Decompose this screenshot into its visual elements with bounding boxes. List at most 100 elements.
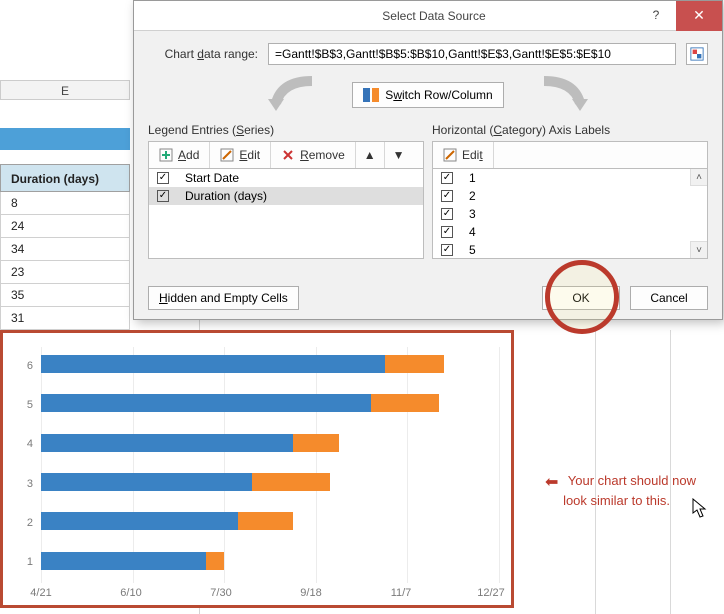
- chart-bar-duration: [293, 434, 339, 452]
- y-tick-label: 1: [19, 556, 33, 568]
- chevron-down-icon: ▼: [393, 148, 405, 162]
- range-picker-icon: [690, 47, 704, 61]
- arrow-right-icon: [534, 75, 594, 115]
- legend-add-label: Add: [178, 148, 199, 162]
- axis-item[interactable]: ✓1: [433, 169, 707, 187]
- close-icon: ✕: [693, 7, 705, 23]
- axis-edit-button[interactable]: Edit: [433, 142, 494, 168]
- legend-item[interactable]: ✓ Duration (days): [149, 187, 423, 205]
- chart-bar-row: [41, 347, 499, 386]
- axis-item-label: 2: [469, 189, 476, 203]
- sheet-cell[interactable]: 24: [0, 215, 130, 238]
- checkbox-icon[interactable]: ✓: [157, 172, 169, 184]
- legend-toolbar: Add Edit Remove ▲ ▼: [148, 141, 424, 169]
- chart-bar-start: [41, 512, 238, 530]
- scroll-down-button[interactable]: ˅: [690, 241, 707, 258]
- y-tick-label: 3: [19, 478, 33, 490]
- axis-item[interactable]: ✓4: [433, 223, 707, 241]
- y-tick-label: 4: [19, 438, 33, 450]
- chart-bar-start: [41, 473, 252, 491]
- legend-listbox[interactable]: ✓ Start Date ✓ Duration (days): [148, 169, 424, 259]
- axis-listbox[interactable]: ˄ ✓1 ✓2 ✓3 ✓4 ✓5 ˅: [432, 169, 708, 259]
- sheet-cell[interactable]: 31: [0, 307, 130, 330]
- range-picker-button[interactable]: [686, 43, 708, 65]
- axis-item[interactable]: ✓3: [433, 205, 707, 223]
- checkbox-icon[interactable]: ✓: [157, 190, 169, 202]
- hidden-empty-cells-button[interactable]: Hidden and Empty Cells: [148, 286, 299, 310]
- axis-edit-label: Edit: [462, 148, 483, 162]
- legend-item-label: Start Date: [185, 171, 239, 185]
- edit-icon: [220, 148, 234, 162]
- sheet-cell[interactable]: 8: [0, 192, 130, 215]
- checkbox-icon[interactable]: ✓: [441, 208, 453, 220]
- hidden-empty-cells-label: Hidden and Empty Cells: [159, 291, 288, 305]
- axis-toolbar: Edit: [432, 141, 708, 169]
- x-tick-label: 11/7: [391, 587, 412, 599]
- chart-bar-row: [41, 465, 499, 504]
- arrow-left-icon: ⬅: [545, 472, 558, 494]
- remove-icon: [281, 148, 295, 162]
- cancel-button[interactable]: Cancel: [630, 286, 708, 310]
- legend-entries-panel: Legend Entries (Series) Add Edit Remove: [148, 123, 424, 259]
- chart-bar-duration: [238, 512, 293, 530]
- chart-bar-row: [41, 426, 499, 465]
- chart-gridline: [499, 347, 500, 583]
- chart-data-range-input[interactable]: [268, 43, 676, 65]
- axis-item-label: 5: [469, 243, 476, 257]
- chart-bar-start: [41, 552, 206, 570]
- chart-plot-area: [41, 347, 499, 583]
- chart-bar-duration: [206, 552, 224, 570]
- legend-remove-label: Remove: [300, 148, 345, 162]
- axis-labels-panel: Horizontal (Category) Axis Labels Edit ˄…: [432, 123, 708, 259]
- legend-move-down-button[interactable]: ▼: [385, 142, 413, 168]
- column-letter: E: [0, 80, 130, 100]
- x-tick-label: 12/27: [477, 587, 505, 599]
- axis-item[interactable]: ✓5: [433, 241, 707, 259]
- x-tick-label: 6/10: [120, 587, 141, 599]
- edit-icon: [443, 148, 457, 162]
- instruction-callout: ⬅ Your chart should now look similar to …: [545, 470, 696, 509]
- close-button[interactable]: ✕: [676, 1, 722, 31]
- select-data-source-dialog: Select Data Source ? ✕ Chart data range:…: [133, 0, 723, 320]
- ok-button[interactable]: OK: [542, 286, 620, 310]
- y-tick-label: 2: [19, 517, 33, 529]
- chart-bar-start: [41, 434, 293, 452]
- chart-data-range-label: Chart data range:: [148, 47, 258, 61]
- legend-item-label: Duration (days): [185, 189, 267, 203]
- axis-item-label: 3: [469, 207, 476, 221]
- legend-edit-button[interactable]: Edit: [210, 142, 271, 168]
- legend-remove-button[interactable]: Remove: [271, 142, 356, 168]
- sheet-cell[interactable]: 34: [0, 238, 130, 261]
- checkbox-icon[interactable]: ✓: [441, 244, 453, 256]
- axis-labels-title: Horizontal (Category) Axis Labels: [432, 123, 708, 137]
- chart-bar-start: [41, 355, 385, 373]
- mouse-cursor-icon: [692, 498, 708, 518]
- axis-item-label: 1: [469, 171, 476, 185]
- legend-entries-title: Legend Entries (Series): [148, 123, 424, 137]
- checkbox-icon[interactable]: ✓: [441, 226, 453, 238]
- legend-add-button[interactable]: Add: [149, 142, 210, 168]
- switch-icon: [363, 88, 379, 102]
- legend-item[interactable]: ✓ Start Date: [149, 169, 423, 187]
- chevron-up-icon: ▲: [364, 148, 376, 162]
- legend-edit-label: Edit: [239, 148, 260, 162]
- chart-bar-duration: [371, 394, 440, 412]
- callout-line1: Your chart should now: [568, 473, 696, 488]
- dialog-title-bar[interactable]: Select Data Source ? ✕: [134, 1, 722, 31]
- sheet-cell[interactable]: 35: [0, 284, 130, 307]
- checkbox-icon[interactable]: ✓: [441, 190, 453, 202]
- legend-move-up-button[interactable]: ▲: [356, 142, 385, 168]
- switch-row-column-button[interactable]: Switch Row/Column: [352, 82, 503, 108]
- chart-bar-row: [41, 544, 499, 583]
- axis-item-label: 4: [469, 225, 476, 239]
- chart-bar-duration: [385, 355, 445, 373]
- y-tick-label: 5: [19, 399, 33, 411]
- checkbox-icon[interactable]: ✓: [441, 172, 453, 184]
- scroll-up-button[interactable]: ˄: [690, 169, 707, 186]
- chart-bar-row: [41, 386, 499, 425]
- axis-item[interactable]: ✓2: [433, 187, 707, 205]
- x-tick-label: 7/30: [210, 587, 231, 599]
- help-button[interactable]: ?: [636, 1, 676, 31]
- sheet-cell[interactable]: 23: [0, 261, 130, 284]
- x-tick-label: 9/18: [300, 587, 321, 599]
